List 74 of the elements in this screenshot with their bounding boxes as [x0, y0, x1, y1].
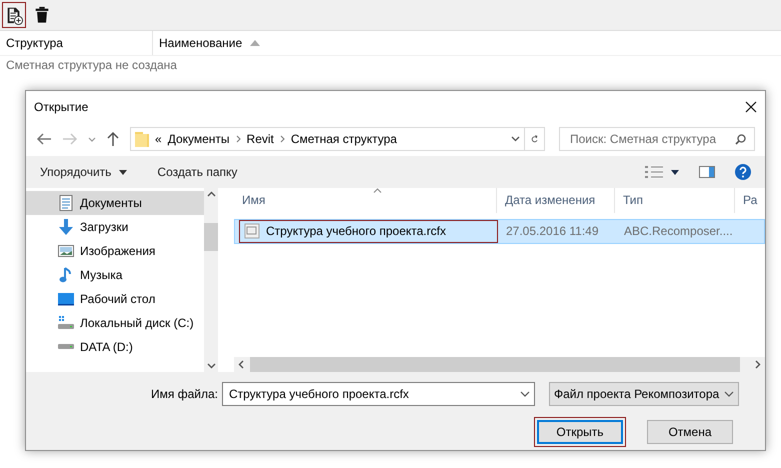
sidebar-item[interactable]: Музыка [26, 262, 204, 287]
help-button[interactable] [735, 164, 751, 180]
help-icon [735, 164, 751, 180]
overflow-crumb[interactable]: « [155, 130, 162, 148]
down-arrow-icon [58, 218, 74, 235]
back-button[interactable] [36, 132, 52, 146]
preview-pane-button[interactable] [699, 166, 715, 178]
chevron-down-icon [520, 390, 530, 397]
drive-icon [58, 314, 74, 331]
up-button[interactable] [106, 131, 120, 148]
sidebar-item[interactable]: Загрузки [26, 214, 204, 239]
sort-icon [373, 188, 382, 193]
file-type: ABC.Recomposer.... [623, 223, 734, 240]
open-button[interactable]: Открыть [534, 416, 626, 447]
search-icon [735, 134, 746, 145]
recent-button[interactable] [88, 136, 96, 142]
column-header[interactable]: Ра [735, 188, 765, 213]
sidebar-item[interactable]: Документы [26, 190, 204, 215]
chevron-right-icon [280, 135, 285, 144]
caret-icon [671, 170, 679, 175]
chevron-down-icon [88, 136, 96, 142]
document-icon [58, 194, 74, 211]
scroll-down-icon [206, 362, 216, 369]
chevron-down-icon [511, 136, 520, 142]
empty-message: Сметная структура не создана [5, 57, 178, 74]
view-button[interactable] [645, 165, 679, 180]
file-row[interactable]: Структура учебного проекта.rcfx 27.05.2016 11:49 ABC.Recomposer.... [234, 218, 765, 244]
search-box[interactable]: Поиск: Сметная структура [559, 127, 755, 152]
monitor-icon [58, 290, 74, 307]
forward-icon [62, 132, 78, 146]
dialog-title: Открытие [34, 98, 88, 116]
column-header[interactable]: Тип [615, 188, 735, 213]
scroll-left-icon [238, 360, 244, 369]
scrollbar-thumb[interactable] [204, 222, 218, 251]
sort-icon [250, 40, 260, 46]
new-document-button[interactable] [2, 2, 26, 28]
file-date: 27.05.2016 11:49 [505, 223, 600, 240]
address-bar[interactable]: « Документы Revit Сметная структура [130, 127, 525, 152]
drive-icon [58, 344, 74, 349]
file-name: Структура учебного проекта.rcfx [266, 223, 446, 240]
trash-icon [33, 5, 51, 25]
column-header[interactable]: Наименование [159, 34, 260, 52]
scroll-right-icon [755, 360, 761, 369]
breadcrumb[interactable]: Сметная структура [290, 130, 397, 148]
folder-icon [135, 131, 149, 148]
breadcrumb[interactable]: Revit [246, 130, 274, 148]
new-document-icon [5, 5, 23, 25]
organize-menu[interactable]: Упорядочить [40, 163, 128, 182]
sidebar-item[interactable]: Рабочий стол [26, 286, 204, 311]
list-view-icon [645, 165, 663, 180]
file-type-dropdown[interactable]: Файл проекта Рекомпозитора [548, 382, 739, 406]
file-icon [244, 223, 260, 240]
column-header[interactable]: Структура [6, 34, 63, 52]
music-note-icon [58, 266, 74, 283]
picture-icon [58, 242, 74, 259]
column-header[interactable]: Дата изменения [497, 188, 615, 213]
scroll-up-icon [206, 190, 216, 197]
breadcrumb[interactable]: Документы [168, 130, 230, 148]
column-header[interactable]: Имя [234, 188, 497, 213]
scrollbar-thumb[interactable] [250, 356, 740, 372]
sidebar-item[interactable]: DATA (D:) [26, 334, 204, 359]
chevron-down-icon [724, 390, 734, 397]
chevron-right-icon [236, 135, 241, 144]
filename-label: Имя файла: [151, 386, 218, 403]
back-icon [36, 132, 52, 146]
up-icon [106, 131, 120, 148]
pane-icon [699, 166, 715, 178]
close-button[interactable] [745, 100, 757, 113]
refresh-button[interactable] [525, 127, 545, 152]
close-icon [745, 100, 757, 113]
sidebar-item[interactable]: Локальный диск (C:) [26, 310, 204, 335]
filename-combobox[interactable]: Структура учебного проекта.rcfx [222, 382, 535, 406]
new-folder-button[interactable]: Создать папку [157, 163, 238, 182]
sidebar-item[interactable]: Изображения [26, 238, 204, 263]
